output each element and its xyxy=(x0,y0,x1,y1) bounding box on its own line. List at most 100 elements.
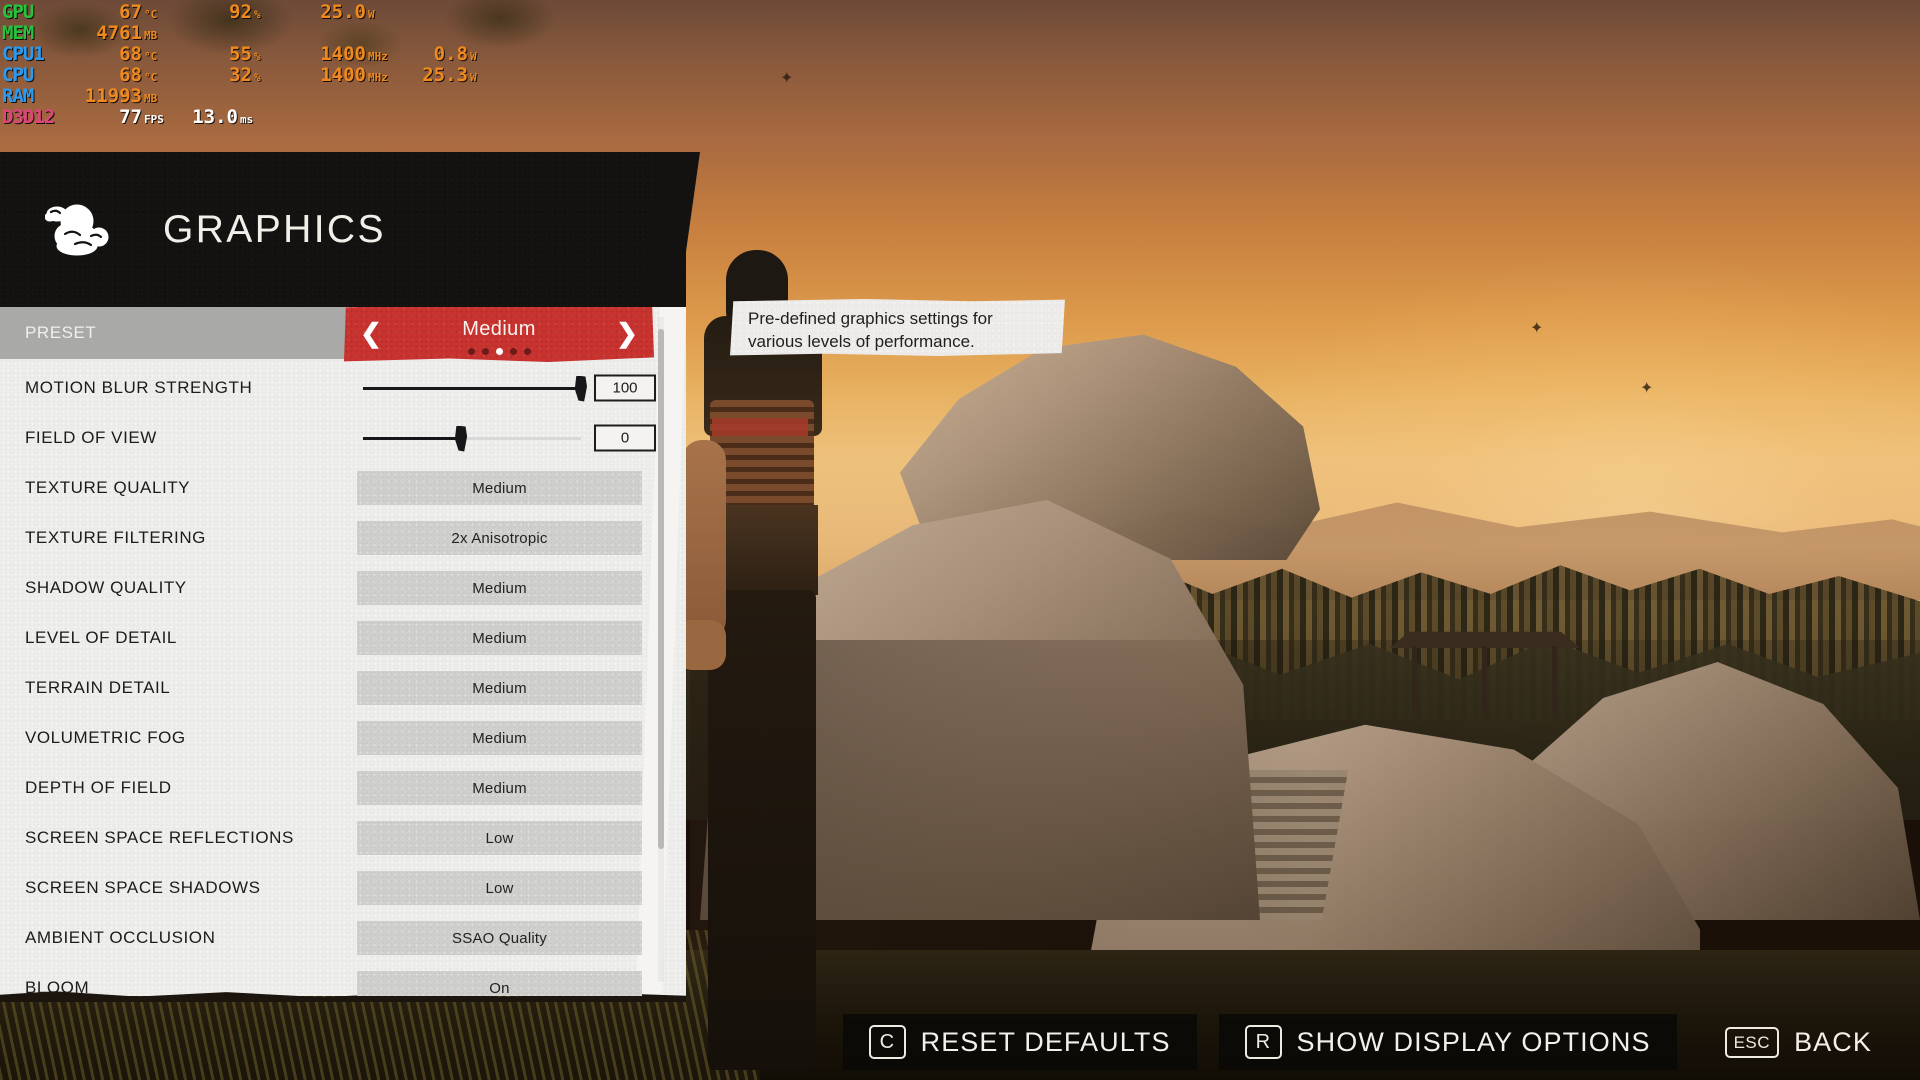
pavilion-post xyxy=(1412,646,1417,716)
field-of-view-value[interactable]: 0 xyxy=(594,424,656,452)
preset-tooltip: Pre-defined graphics settings for variou… xyxy=(730,299,1065,356)
hw-value: 0.8 xyxy=(433,43,468,65)
back-button[interactable]: ESC BACK xyxy=(1699,1016,1898,1069)
setting-value-dropdown[interactable]: SSAO Quality xyxy=(357,921,642,955)
hw-unit: °C xyxy=(144,50,158,63)
chevron-right-icon[interactable]: ❯ xyxy=(614,320,640,346)
tooltip-line-2: various levels of performance. xyxy=(748,332,975,351)
settings-rows: PRESET ❮ Medium ❯ MOTION BLUR STRENGTH 1… xyxy=(0,307,686,996)
hw-unit: W xyxy=(368,8,375,21)
slider-track[interactable] xyxy=(363,375,587,402)
hw-row-ram: RAM 11993 MB xyxy=(2,86,477,107)
cloud-icon xyxy=(44,200,115,260)
hw-unit: % xyxy=(254,71,261,84)
pavilion-structure xyxy=(1390,630,1580,720)
slider-fill xyxy=(363,436,462,440)
key-esc-icon: ESC xyxy=(1724,1026,1780,1058)
hw-value: 25.0 xyxy=(320,1,366,23)
hw-label: CPU1 xyxy=(2,43,45,65)
setting-value-dropdown[interactable]: On xyxy=(357,971,642,996)
setting-row-screen-space-shadows[interactable]: SCREEN SPACE SHADOWS Low xyxy=(0,863,686,913)
setting-row-preset[interactable]: PRESET ❮ Medium ❯ xyxy=(0,307,686,362)
hw-unit: °C xyxy=(144,8,158,21)
hw-value-frametime: 13.0 xyxy=(192,106,238,128)
setting-row-texture-quality[interactable]: TEXTURE QUALITY Medium xyxy=(0,463,686,513)
character-sash xyxy=(712,418,808,436)
setting-row-bloom[interactable]: BLOOM On xyxy=(0,963,686,996)
setting-row-screen-space-reflections[interactable]: SCREEN SPACE REFLECTIONS Low xyxy=(0,813,686,863)
slider-knob[interactable] xyxy=(454,425,468,452)
hw-unit: °C xyxy=(144,71,158,84)
preset-selector[interactable]: ❮ Medium ❯ xyxy=(344,307,654,362)
reset-defaults-button[interactable]: C RESET DEFAULTS xyxy=(842,1014,1197,1070)
setting-label: BLOOM xyxy=(25,978,90,996)
preset-dot xyxy=(467,347,475,355)
hw-unit: MB xyxy=(144,29,158,42)
setting-row-ambient-occlusion[interactable]: AMBIENT OCCLUSION SSAO Quality xyxy=(0,913,686,963)
action-bar: C RESET DEFAULTS R SHOW DISPLAY OPTIONS … xyxy=(0,1004,1920,1080)
hw-value: 55 xyxy=(229,43,252,65)
setting-label: TERRAIN DETAIL xyxy=(25,678,171,697)
hw-value: 25.3 xyxy=(422,64,468,86)
setting-value-dropdown[interactable]: Medium xyxy=(357,571,642,605)
setting-label: DEPTH OF FIELD xyxy=(25,778,172,797)
hw-value: 67 xyxy=(119,1,142,23)
pavilion-post xyxy=(1552,646,1557,716)
setting-row-motion-blur-strength[interactable]: MOTION BLUR STRENGTH 100 xyxy=(0,363,686,413)
preset-dot xyxy=(481,347,489,355)
back-label: BACK xyxy=(1794,1026,1872,1057)
settings-list: PRESET ❮ Medium ❯ MOTION BLUR STRENGTH 1… xyxy=(0,307,686,996)
setting-value-dropdown[interactable]: Medium xyxy=(357,671,642,705)
preset-dots xyxy=(384,347,614,355)
setting-label-preset: PRESET xyxy=(25,323,97,342)
setting-value-dropdown[interactable]: Medium xyxy=(357,721,642,755)
chevron-left-icon[interactable]: ❮ xyxy=(358,320,384,346)
hw-unit: % xyxy=(254,50,261,63)
hw-value: 32 xyxy=(229,64,252,86)
setting-value-dropdown[interactable]: Medium xyxy=(357,471,642,505)
setting-row-level-of-detail[interactable]: LEVEL OF DETAIL Medium xyxy=(0,613,686,663)
hw-row-gpu: GPU 67 °C 92 % 25.0 W xyxy=(2,2,477,23)
setting-value-dropdown[interactable]: Low xyxy=(357,821,642,855)
hw-value: 1400 xyxy=(320,43,366,65)
setting-label: MOTION BLUR STRENGTH xyxy=(25,378,253,397)
hw-value-fps: 77 xyxy=(119,106,142,128)
hw-unit: W xyxy=(470,71,477,84)
hw-row-mem: MEM 4761 MB xyxy=(2,23,477,44)
setting-label: SCREEN SPACE REFLECTIONS xyxy=(25,828,294,847)
hardware-monitor-overlay: GPU 67 °C 92 % 25.0 W MEM 4761 MB CPU1 6… xyxy=(0,0,477,128)
show-display-options-button[interactable]: R SHOW DISPLAY OPTIONS xyxy=(1218,1014,1677,1070)
slider-fill xyxy=(363,386,581,390)
bird-icon: ✦ xyxy=(780,70,794,87)
setting-label: TEXTURE FILTERING xyxy=(25,528,206,547)
hw-value: 92 xyxy=(229,1,252,23)
setting-label: TEXTURE QUALITY xyxy=(25,478,191,497)
pavilion-post xyxy=(1482,646,1487,716)
slider-track[interactable] xyxy=(363,425,581,452)
key-c-icon: C xyxy=(868,1025,906,1059)
graphics-settings-panel: GRAPHICS PRESET ❮ Medium ❯ MOTION BLUR S… xyxy=(0,152,686,1002)
hw-value: 4761 xyxy=(96,22,142,44)
hw-unit: W xyxy=(470,50,477,63)
setting-row-texture-filtering[interactable]: TEXTURE FILTERING 2x Anisotropic xyxy=(0,513,686,563)
preset-dot-active xyxy=(495,347,503,355)
setting-row-shadow-quality[interactable]: SHADOW QUALITY Medium xyxy=(0,563,686,613)
field-of-view-slider[interactable] xyxy=(363,425,581,452)
motion-blur-value[interactable]: 100 xyxy=(594,374,656,402)
hw-value: 68 xyxy=(119,64,142,86)
setting-label: AMBIENT OCCLUSION xyxy=(25,928,216,947)
bird-icon: ✦ xyxy=(1530,320,1544,337)
setting-row-field-of-view[interactable]: FIELD OF VIEW 0 xyxy=(0,413,686,463)
setting-row-depth-of-field[interactable]: DEPTH OF FIELD Medium xyxy=(0,763,686,813)
tooltip-line-1: Pre-defined graphics settings for xyxy=(748,309,993,328)
setting-value-dropdown[interactable]: 2x Anisotropic xyxy=(357,521,642,555)
settings-scrollbar-thumb[interactable] xyxy=(658,329,664,849)
setting-value-dropdown[interactable]: Medium xyxy=(357,771,642,805)
setting-value-dropdown[interactable]: Low xyxy=(357,871,642,905)
setting-row-volumetric-fog[interactable]: VOLUMETRIC FOG Medium xyxy=(0,713,686,763)
setting-value-dropdown[interactable]: Medium xyxy=(357,621,642,655)
bird-icon: ✦ xyxy=(1640,380,1654,397)
setting-row-terrain-detail[interactable]: TERRAIN DETAIL Medium xyxy=(0,663,686,713)
motion-blur-slider[interactable] xyxy=(363,375,587,402)
slider-knob[interactable] xyxy=(574,375,587,402)
